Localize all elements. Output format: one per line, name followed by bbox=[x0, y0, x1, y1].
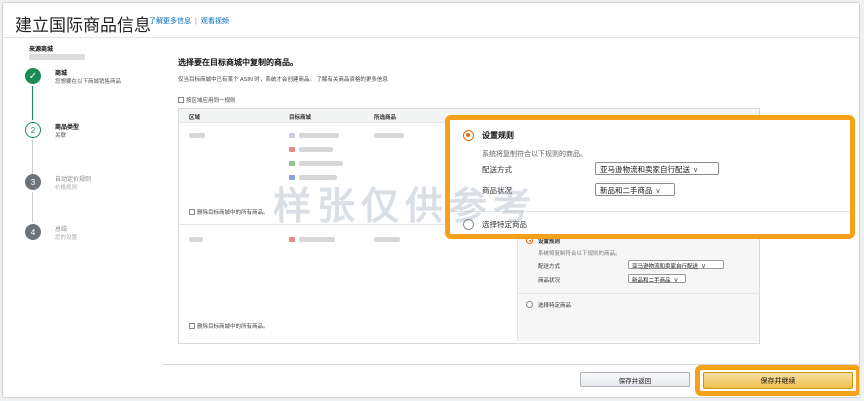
shipping-select[interactable]: 亚马逊物流和卖家自行配送 ∨ bbox=[595, 162, 719, 175]
redacted-region bbox=[189, 133, 205, 138]
highlighted-continue-frame: 保存并继续 bbox=[695, 365, 859, 396]
flag-icon bbox=[289, 147, 295, 152]
step-subtitle: 您想要在以下商城销售商品 bbox=[55, 79, 122, 85]
panel-divider bbox=[450, 211, 850, 212]
shipping-select[interactable]: 亚马逊物流和卖家自行配送 ∨ bbox=[628, 260, 724, 270]
set-rules-radio[interactable] bbox=[463, 130, 474, 141]
condition-label: 商品状况 bbox=[538, 278, 561, 284]
shipping-label: 配送方式 bbox=[538, 264, 561, 270]
redacted-selection bbox=[374, 133, 404, 138]
chevron-down-icon: ∨ bbox=[693, 167, 699, 174]
header-target-marketplace: 目标商城 bbox=[289, 115, 312, 121]
set-rules-label: 设置规则 bbox=[482, 131, 514, 140]
section-heading: 选择要在目标商城中复制的商品。 bbox=[178, 58, 298, 67]
delete-all-row-2[interactable]: 删除目标商城中的所有商品。 bbox=[189, 322, 269, 330]
redacted-marketplace bbox=[299, 161, 343, 166]
select-specific-radio[interactable] bbox=[526, 301, 533, 308]
apply-all-checkbox[interactable] bbox=[178, 97, 184, 103]
save-and-return-button[interactable]: 保存并返回 bbox=[580, 372, 690, 387]
step-number: 4 bbox=[25, 224, 41, 240]
select-specific-label: 选择特定商品 bbox=[482, 220, 527, 229]
step-title: 自动定价规则 bbox=[55, 177, 92, 183]
redacted-marketplace bbox=[299, 175, 337, 180]
source-marketplace-label: 来源商城 bbox=[29, 47, 54, 53]
section-description: 仅当目标商城中已有某个 ASIN 时，系统才会创建商品。 了解有关商品资格的更多… bbox=[178, 77, 388, 83]
redacted-region bbox=[189, 237, 203, 242]
app-window: 建立国际商品信息 了解更多信息 | 观看视频 来源商城 ✓ 商城 您想要在以下商城销… bbox=[2, 2, 860, 398]
delete-all-checkbox[interactable] bbox=[189, 209, 195, 215]
select-specific-label: 选择特定商品 bbox=[538, 303, 572, 309]
apply-all-checkbox-row[interactable]: 按区域应用同一规则 bbox=[178, 96, 236, 104]
watch-video-link[interactable]: 观看视频 bbox=[201, 18, 229, 25]
step-subtitle: 价格规则 bbox=[55, 185, 78, 191]
step-connector bbox=[32, 86, 33, 120]
check-icon: ✓ bbox=[25, 68, 41, 84]
chevron-down-icon: ∨ bbox=[673, 277, 679, 284]
header-selected-products: 所选商品 bbox=[374, 115, 397, 121]
rule-description: 系统将复制符合以下规则的商品。 bbox=[538, 251, 621, 257]
select-specific-radio[interactable] bbox=[463, 219, 474, 230]
header-links: 了解更多信息 | 观看视频 bbox=[149, 16, 229, 26]
redacted-marketplace bbox=[299, 147, 333, 152]
redacted-marketplace bbox=[299, 133, 339, 138]
delete-all-row-1[interactable]: 删除目标商城中的所有商品。 bbox=[189, 208, 269, 216]
panel-divider bbox=[518, 293, 760, 294]
sidebar-stepper: 来源商城 ✓ 商城 您想要在以下商城销售商品 2 商品类型 关联 3 自动定价规… bbox=[3, 38, 153, 378]
step-subtitle: 您的设置 bbox=[55, 235, 78, 241]
apply-all-label: 按区域应用同一规则 bbox=[186, 98, 236, 104]
delete-all-checkbox[interactable] bbox=[189, 323, 195, 329]
chevron-down-icon: ∨ bbox=[701, 263, 707, 270]
step-connector bbox=[32, 192, 33, 222]
step-number: 2 bbox=[25, 122, 41, 138]
delete-all-label: 删除目标商城中的所有商品。 bbox=[197, 210, 269, 216]
condition-label: 商品状况 bbox=[482, 186, 512, 195]
step-title: 总结 bbox=[55, 227, 68, 233]
rule-panel-row-2: 设置规则 系统将复制符合以下规则的商品。 配送方式 亚马逊物流和卖家自行配送 ∨ … bbox=[517, 231, 760, 341]
link-separator: | bbox=[195, 18, 197, 25]
redacted-selection bbox=[374, 237, 400, 242]
header-region: 区域 bbox=[189, 115, 201, 121]
flag-icon bbox=[289, 161, 295, 166]
rule-description: 系统将复制符合以下规则的商品。 bbox=[482, 151, 587, 158]
condition-select[interactable]: 新品和二手商品 ∨ bbox=[595, 183, 675, 196]
step-subtitle: 关联 bbox=[55, 133, 67, 139]
step-title: 商城 bbox=[55, 71, 68, 77]
step-title: 商品类型 bbox=[55, 125, 80, 131]
condition-select[interactable]: 新品和二手商品 ∨ bbox=[628, 274, 686, 284]
delete-all-label: 删除目标商城中的所有商品。 bbox=[197, 324, 269, 330]
step-number: 3 bbox=[25, 174, 41, 190]
flag-icon bbox=[289, 133, 295, 138]
highlighted-rule-panel: 设置规则 系统将复制符合以下规则的商品。 配送方式 亚马逊物流和卖家自行配送 ∨ … bbox=[445, 115, 855, 239]
page-title: 建立国际商品信息 bbox=[15, 16, 151, 35]
flag-icon bbox=[289, 237, 295, 242]
chevron-down-icon: ∨ bbox=[655, 188, 661, 195]
source-marketplace-value-redacted bbox=[29, 54, 85, 60]
flag-icon bbox=[289, 175, 295, 180]
learn-more-link[interactable]: 了解更多信息 bbox=[149, 18, 191, 25]
shipping-label: 配送方式 bbox=[482, 165, 512, 174]
redacted-marketplace bbox=[299, 237, 335, 242]
save-and-continue-button[interactable]: 保存并继续 bbox=[703, 372, 853, 389]
step-connector bbox=[32, 140, 33, 174]
